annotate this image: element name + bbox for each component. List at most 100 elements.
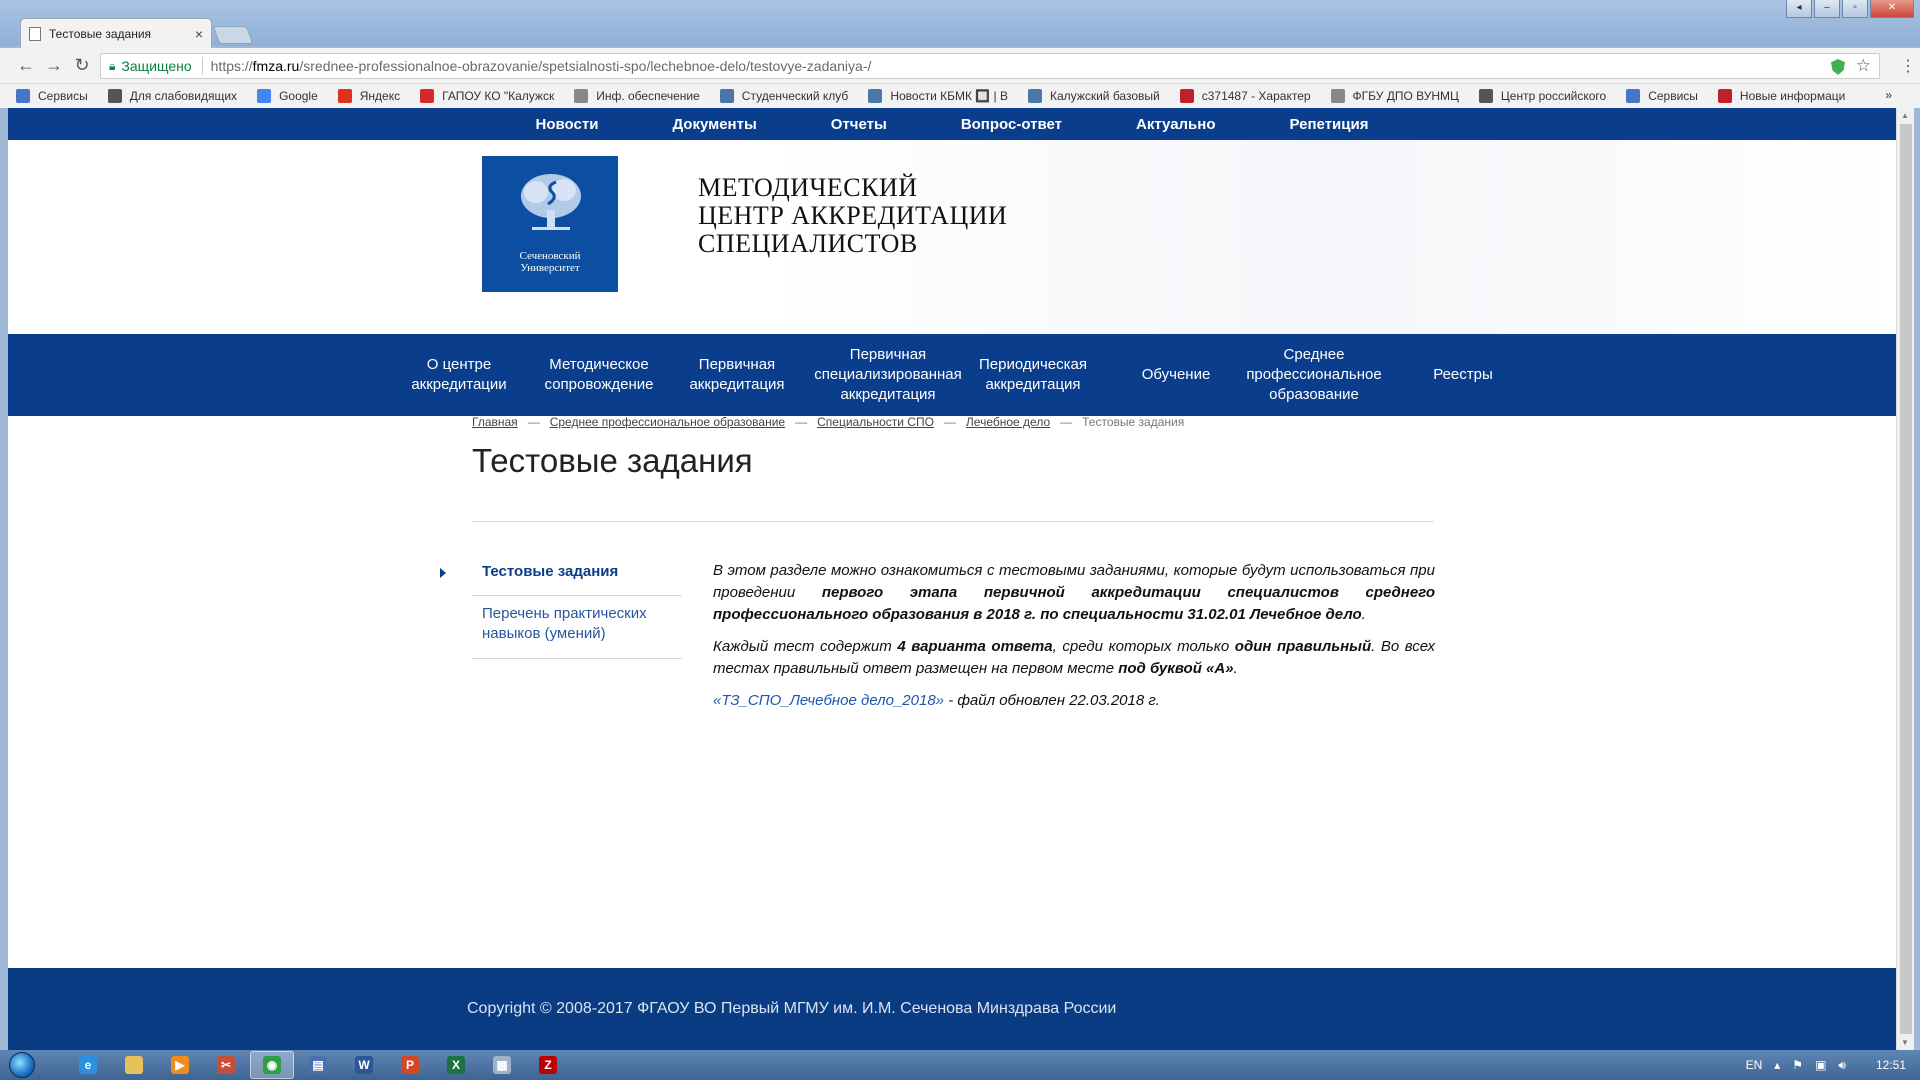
bookmark-item[interactable]: Сервисы [16,89,88,103]
site-title: Методический центр аккредитации специали… [698,174,1007,258]
disk-icon: ▤ [309,1056,327,1074]
close-tab-icon[interactable]: × [195,26,203,42]
minimize-icon[interactable]: – [1814,0,1840,18]
taskbar-app[interactable]: ▶ [158,1051,202,1079]
reload-icon[interactable]: ↻ [68,55,96,76]
nav-primary-accreditation[interactable]: Первичная аккредитация [672,334,802,416]
file-note: - файл обновлен 22.03.2018 г. [944,692,1160,709]
taskbar-app[interactable]: e [66,1051,110,1079]
start-button[interactable] [0,1050,44,1080]
taskbar-app[interactable]: ◉ [250,1051,294,1079]
logo-text-line1: Сеченовский [519,250,581,262]
language-indicator[interactable]: EN [1746,1058,1763,1072]
nav-secondary-education[interactable]: Среднее профессиональное образование [1234,334,1394,416]
nav-methodical-support[interactable]: Методическое сопровождение [532,334,666,416]
breadcrumb-separator: — [1060,415,1073,429]
taskbar-app[interactable]: ▤ [296,1051,340,1079]
apps-grid-icon [1626,89,1641,103]
site-icon [420,89,435,103]
taskbar-app[interactable]: W [342,1051,386,1079]
top-nav-rehearsal[interactable]: Репетиция [1290,116,1369,133]
nav-registries[interactable]: Реестры [1408,334,1518,416]
top-nav-actual[interactable]: Актуально [1136,116,1216,133]
scroll-down-icon[interactable]: ▼ [1901,1038,1909,1047]
bookmark-item[interactable]: Новости КБМК 🔲 | В [868,89,1008,103]
breadcrumb-specialties[interactable]: Специальности СПО [817,415,934,429]
nav-about-center[interactable]: О центре аккредитации [392,334,526,416]
site-title-line1: Методический [698,173,918,202]
top-nav: Новости Документы Отчеты Вопрос-ответ Ак… [8,108,1896,140]
bookmark-label: Инф. обеспечение [596,89,700,103]
taskbar-app[interactable]: X [434,1051,478,1079]
folder-icon [125,1056,143,1074]
page-viewport: Новости Документы Отчеты Вопрос-ответ Ак… [8,108,1896,1050]
bookmark-item[interactable]: Калужский базовый [1028,89,1160,103]
bookmark-item[interactable]: Сервисы [1626,89,1698,103]
breadcrumb-current: Тестовые задания [1082,415,1185,429]
browser-tab[interactable]: Тестовые задания × [20,18,212,48]
maximize-icon[interactable]: ▫ [1842,0,1868,18]
side-item-test-tasks[interactable]: Тестовые задания [472,556,682,596]
taskbar-app[interactable] [112,1051,156,1079]
bookmark-item[interactable]: Новые информаци [1717,89,1846,103]
m-icon [1179,89,1194,103]
url-scheme: https:// [210,58,253,74]
address-bar[interactable]: 🔒︎ Защищено https:// fmza.ru /srednee-pr… [100,53,1880,79]
network-icon[interactable]: ▣ [1815,1058,1826,1072]
side-item-practical-skills[interactable]: Перечень практических навыков (умений) [472,596,682,659]
action-center-icon[interactable]: ⚑ [1792,1058,1803,1072]
new-tab-button[interactable] [212,26,254,44]
taskbar-app[interactable]: ▦ [480,1051,524,1079]
clock[interactable]: 12:51 [1876,1058,1906,1072]
bookmark-item[interactable]: ФГБУ ДПО ВУНМЦ [1330,89,1459,103]
bookmark-label: Центр российского [1500,89,1607,103]
bookmark-item[interactable]: Яндекс [337,89,400,103]
volume-icon[interactable]: 🔊︎ [1838,1058,1846,1073]
bookmark-label: Новые информаци [1739,89,1846,103]
bookmark-item[interactable]: с371487 - Характер [1179,89,1311,103]
breadcrumb-secondary-education[interactable]: Среднее профессиональное образование [550,415,785,429]
top-nav-news[interactable]: Новости [536,116,599,133]
nav-periodic-accreditation[interactable]: Периодическая аккредитация [968,334,1098,416]
scroll-up-icon[interactable]: ▲ [1901,111,1909,120]
bookmark-item[interactable]: Студенческий клуб [719,89,848,103]
tray-expand-icon[interactable]: ▴ [1774,1058,1780,1072]
scroll-thumb[interactable] [1900,124,1912,1034]
bookmark-label: Сервисы [1648,89,1698,103]
bookmark-item[interactable]: Google [257,89,318,103]
title-divider [472,521,1434,522]
top-nav-documents[interactable]: Документы [672,116,756,133]
bookmark-item[interactable]: Центр российского [1478,89,1607,103]
top-nav-reports[interactable]: Отчеты [831,116,887,133]
forward-arrow-icon[interactable]: → [40,55,68,76]
nav-specialized-accreditation[interactable]: Первичная специализированная аккредитаци… [804,334,972,416]
vk-icon [719,89,734,103]
taskbar-app[interactable]: Z [526,1051,570,1079]
active-arrow-icon [440,568,446,578]
breadcrumb-medical[interactable]: Лечебное дело [966,415,1050,429]
breadcrumb: Главная — Среднее профессиональное образ… [472,415,1184,429]
bookmark-item[interactable]: Для слабовидящих [107,89,237,103]
university-logo[interactable]: Сеченовский Университет [482,156,618,292]
back-arrow-icon[interactable]: ← [12,55,40,76]
notepad-icon: ▦ [493,1056,511,1074]
bookmark-star-icon[interactable]: ☆ [1856,56,1871,76]
breadcrumb-home[interactable]: Главная [472,415,518,429]
taskbar-app[interactable]: P [388,1051,432,1079]
bookmark-item[interactable]: ГАПОУ КО "Калужск [420,89,554,103]
shield-extension-icon[interactable] [1831,59,1845,75]
window-back-icon[interactable]: ◂ [1786,0,1812,18]
close-window-icon[interactable]: ✕ [1870,0,1914,18]
top-nav-faq[interactable]: Вопрос-ответ [961,116,1062,133]
file-download-link[interactable]: «ТЗ_СПО_Лечебное дело_2018» [713,692,944,709]
excel-icon: X [447,1056,465,1074]
bookmarks-overflow-icon[interactable]: » [1885,88,1892,102]
vk-icon [868,89,883,103]
taskbar-app[interactable]: ✂ [204,1051,248,1079]
site-title-line3: специалистов [698,229,918,258]
page-scrollbar[interactable]: ▲ ▼ [1896,108,1914,1050]
browser-titlebar: Тестовые задания × ◂ – ▫ ✕ [0,0,1920,48]
bookmark-item[interactable]: Инф. обеспечение [574,89,700,103]
browser-menu-icon[interactable]: ⋮ [1900,56,1916,76]
nav-training[interactable]: Обучение [1118,334,1234,416]
